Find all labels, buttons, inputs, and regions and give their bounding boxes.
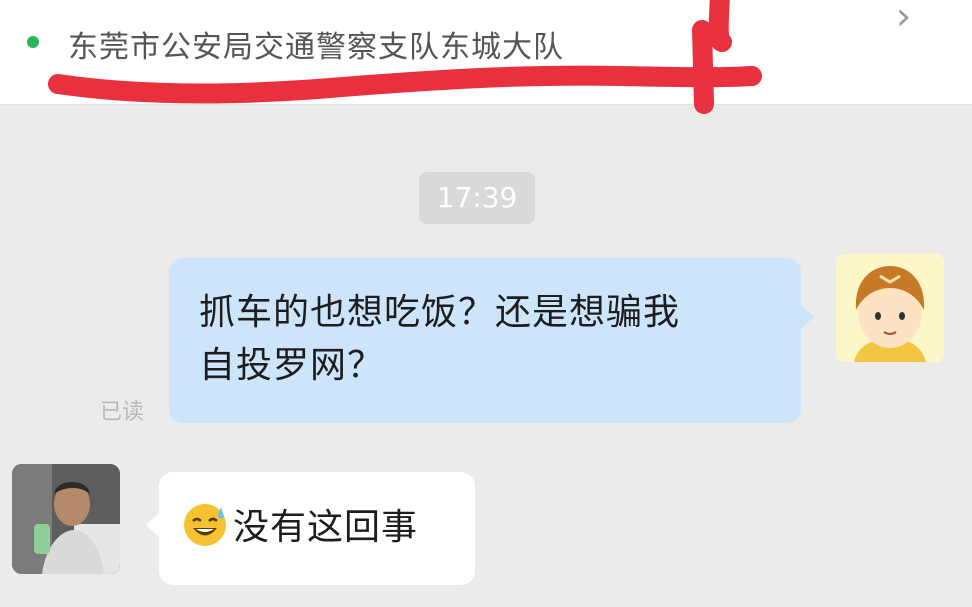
incoming-message-bubble[interactable]: 没有这回事 [146, 472, 475, 585]
location-card[interactable]: 东莞市公安局交通警察支队东城大队 › [0, 0, 972, 105]
message-timestamp: 17:39 [419, 172, 535, 224]
location-dot-icon [27, 36, 39, 48]
chevron-right-icon[interactable]: › [896, 0, 911, 38]
bubble-tail [800, 304, 814, 330]
chat-screen: 东莞市公安局交通警察支队东城大队 › 17:39 抓车的也想吃饭？还是想骗我 自… [0, 0, 972, 607]
self-avatar[interactable] [836, 254, 944, 362]
incoming-message-text: 没有这回事 [233, 507, 419, 548]
bubble-tail [146, 512, 160, 538]
read-status-label: 已读 [100, 400, 145, 425]
location-name: 东莞市公安局交通警察支队东城大队 [68, 30, 564, 65]
outgoing-message-line-2: 自投罗网？ [199, 345, 385, 386]
cartoon-avatar-icon [836, 254, 944, 362]
contact-avatar[interactable] [12, 464, 120, 574]
sweat-smile-emoji-icon [184, 504, 226, 546]
outgoing-message-line-1: 抓车的也想吃饭？还是想骗我 [199, 292, 681, 333]
contact-photo-icon [12, 464, 120, 574]
outgoing-message-bubble[interactable]: 抓车的也想吃饭？还是想骗我 自投罗网？ [169, 258, 814, 423]
